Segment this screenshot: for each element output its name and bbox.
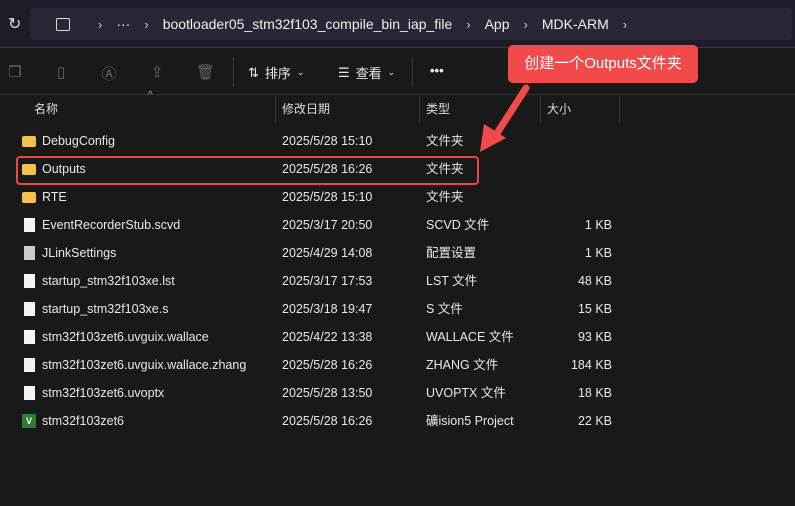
column-name[interactable]: 名称 bbox=[16, 96, 275, 122]
file-row[interactable]: startup_stm32f103xe.lst 2025/3/17 17:53 … bbox=[16, 267, 620, 295]
chevron-right-icon: › bbox=[523, 16, 528, 32]
file-date: 2025/5/28 15:10 bbox=[282, 134, 373, 148]
file-type: 配置设置 bbox=[426, 246, 477, 260]
file-name: stm32f103zet6.uvguix.wallace.zhang bbox=[42, 358, 247, 372]
file-icon bbox=[24, 218, 35, 232]
breadcrumb[interactable]: › ··· › bootloader05_stm32f103_compile_b… bbox=[30, 8, 792, 40]
file-size: 1 KB bbox=[584, 218, 612, 232]
file-row[interactable]: stm32f103zet6.uvguix.wallace.zhang 2025/… bbox=[16, 351, 620, 379]
file-date: 2025/5/28 16:26 bbox=[282, 358, 373, 372]
file-name: startup_stm32f103xe.s bbox=[42, 302, 169, 316]
file-date: 2025/5/28 13:50 bbox=[282, 386, 373, 400]
refresh-icon[interactable]: ↻ bbox=[8, 14, 21, 34]
file-name: RTE bbox=[42, 190, 67, 204]
chevron-down-icon: ⌄ bbox=[387, 67, 396, 77]
file-size: 184 KB bbox=[570, 358, 612, 372]
arrow-icon bbox=[480, 84, 530, 152]
file-type: SCVD 文件 bbox=[426, 218, 490, 232]
highlight-box bbox=[16, 156, 479, 185]
file-date: 2025/3/18 19:47 bbox=[282, 302, 373, 316]
copy-icon[interactable]: ❐ bbox=[6, 63, 24, 81]
chevron-down-icon: ⌄ bbox=[296, 67, 305, 77]
file-date: 2025/4/29 14:08 bbox=[282, 246, 373, 260]
file-row[interactable]: EventRecorderStub.scvd 2025/3/17 20:50 S… bbox=[16, 211, 620, 239]
file-size: 18 KB bbox=[577, 386, 612, 400]
file-icon bbox=[24, 302, 35, 316]
column-date[interactable]: 修改日期 bbox=[275, 96, 419, 122]
folder-icon bbox=[22, 136, 36, 147]
file-name: stm32f103zet6 bbox=[42, 414, 124, 428]
file-name: stm32f103zet6.uvguix.wallace bbox=[42, 330, 209, 344]
uv-icon: V bbox=[22, 414, 36, 428]
file-icon bbox=[24, 274, 35, 288]
file-row[interactable]: stm32f103zet6.uvoptx 2025/5/28 13:50 UVO… bbox=[16, 379, 620, 407]
file-date: 2025/3/17 17:53 bbox=[282, 274, 373, 288]
file-icon bbox=[24, 330, 35, 344]
file-icon bbox=[24, 358, 35, 372]
file-date: 2025/5/28 16:26 bbox=[282, 414, 373, 428]
chevron-right-icon: › bbox=[466, 16, 471, 32]
file-date: 2025/3/17 20:50 bbox=[282, 218, 373, 232]
sort-label: 排序 bbox=[264, 66, 291, 81]
chevron-right-icon[interactable]: › bbox=[623, 17, 627, 32]
file-row[interactable]: startup_stm32f103xe.s 2025/3/18 19:47 S … bbox=[16, 295, 620, 323]
sort-icon: ⇅ bbox=[248, 64, 259, 80]
file-type: 礦ision5 Project bbox=[426, 414, 514, 428]
file-date: 2025/5/28 15:10 bbox=[282, 190, 373, 204]
more-button[interactable]: ••• bbox=[430, 63, 444, 78]
column-size[interactable]: 大小 bbox=[540, 96, 620, 122]
breadcrumb-item[interactable]: MDK-ARM bbox=[542, 16, 609, 32]
sort-button[interactable]: ⇅ 排序 ⌄ bbox=[248, 63, 304, 82]
file-size: 93 KB bbox=[577, 330, 612, 344]
file-name: startup_stm32f103xe.lst bbox=[42, 274, 175, 288]
computer-icon[interactable] bbox=[56, 17, 70, 31]
file-type: 文件夹 bbox=[426, 190, 464, 204]
view-button[interactable]: ☰ 查看 ⌄ bbox=[338, 63, 395, 82]
file-size: 22 KB bbox=[577, 414, 612, 428]
file-type: UVOPTX 文件 bbox=[426, 386, 506, 400]
delete-icon[interactable]: 🗑 bbox=[196, 63, 215, 81]
view-label: 查看 bbox=[355, 66, 382, 81]
file-type: S 文件 bbox=[426, 302, 463, 316]
file-size: 1 KB bbox=[584, 246, 612, 260]
chevron-right-icon: › bbox=[144, 16, 149, 32]
file-icon bbox=[24, 386, 35, 400]
file-name: DebugConfig bbox=[42, 134, 115, 148]
file-type: WALLACE 文件 bbox=[426, 330, 514, 344]
file-type: LST 文件 bbox=[426, 274, 478, 288]
rename-icon[interactable]: Ⓐ bbox=[100, 63, 118, 83]
file-date: 2025/4/22 13:38 bbox=[282, 330, 373, 344]
paste-icon[interactable]: ▯ bbox=[52, 63, 70, 81]
breadcrumb-item[interactable]: bootloader05_stm32f103_compile_bin_iap_f… bbox=[163, 16, 453, 32]
file-size: 48 KB bbox=[577, 274, 612, 288]
file-name: stm32f103zet6.uvoptx bbox=[42, 386, 165, 400]
file-row[interactable]: JLinkSettings 2025/4/29 14:08 配置设置 1 KB bbox=[16, 239, 620, 267]
list-icon: ☰ bbox=[338, 64, 350, 80]
file-row[interactable]: stm32f103zet6.uvguix.wallace 2025/4/22 1… bbox=[16, 323, 620, 351]
file-size: 15 KB bbox=[577, 302, 612, 316]
cfg-icon bbox=[24, 246, 35, 260]
file-row[interactable]: V stm32f103zet6 2025/5/28 16:26 礦ision5 … bbox=[16, 407, 620, 435]
address-bar-area: ↻ › ··· › bootloader05_stm32f103_compile… bbox=[0, 0, 795, 48]
file-type: 文件夹 bbox=[426, 134, 464, 148]
file-name: EventRecorderStub.scvd bbox=[42, 218, 181, 232]
file-type: ZHANG 文件 bbox=[426, 358, 499, 372]
breadcrumb-more[interactable]: ··· bbox=[116, 16, 130, 32]
share-icon[interactable]: ⇪ bbox=[148, 63, 166, 81]
chevron-right-icon: › bbox=[98, 16, 103, 32]
annotation-callout: 创建一个Outputs文件夹 bbox=[508, 45, 698, 83]
file-row[interactable]: RTE 2025/5/28 15:10 文件夹 bbox=[16, 183, 620, 211]
file-name: JLinkSettings bbox=[42, 246, 117, 260]
breadcrumb-item[interactable]: App bbox=[485, 16, 510, 32]
folder-icon bbox=[22, 192, 36, 203]
